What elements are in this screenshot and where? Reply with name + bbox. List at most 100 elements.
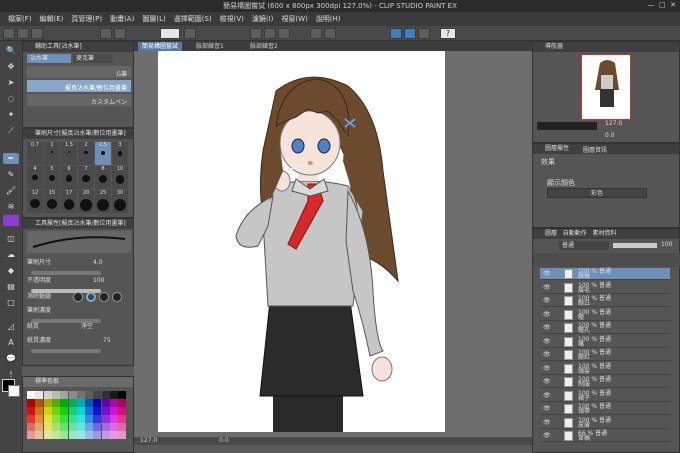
color-swatch[interactable] (93, 415, 102, 423)
visibility-eye-icon[interactable]: 👁 (543, 298, 551, 304)
zoom-slider[interactable] (537, 122, 597, 130)
color-swatch[interactable] (110, 431, 118, 439)
pen-tool-icon[interactable]: ✒ (3, 153, 19, 164)
save-icon[interactable] (31, 28, 43, 39)
color-swatch[interactable] (118, 399, 127, 407)
color-swatch[interactable] (118, 431, 127, 439)
color-swatch[interactable] (76, 399, 85, 407)
color-swatch[interactable] (27, 415, 35, 423)
tab-marker[interactable]: 麥克筆 (73, 54, 113, 63)
visibility-eye-icon[interactable]: 👁 (543, 419, 551, 426)
menu-item[interactable]: 檢視(V) (216, 14, 248, 24)
brush-size-option[interactable]: 7 (78, 166, 94, 189)
tab-doc-1[interactable]: 簡易構圖嘗試 (138, 42, 183, 51)
brush-size-option[interactable]: 12 (27, 190, 43, 213)
color-swatch[interactable] (118, 407, 127, 415)
color-swatch[interactable] (68, 431, 77, 439)
color-swatch[interactable] (60, 431, 69, 439)
color-swatch[interactable] (51, 431, 60, 439)
color-swatch[interactable] (35, 407, 44, 415)
layer-row[interactable]: 👁 100 % 普通 線稿 (540, 268, 670, 280)
color-swatch[interactable] (93, 431, 102, 439)
brush-size-option[interactable]: 3 (112, 142, 128, 165)
color-swatch[interactable] (118, 415, 127, 423)
deselect-icon[interactable] (264, 28, 276, 39)
airbrush-icon[interactable]: ≋ (3, 201, 19, 212)
text-tool-icon[interactable]: A (3, 337, 19, 348)
color-swatch[interactable] (43, 391, 52, 399)
blend-tool-icon[interactable]: ☁ (3, 249, 19, 260)
color-swatch[interactable] (27, 407, 35, 415)
brush-size-option[interactable]: 4 (27, 166, 43, 189)
crop-icon[interactable] (324, 28, 336, 39)
brush-size-option[interactable]: 17 (61, 190, 77, 213)
color-swatch[interactable] (60, 391, 69, 399)
zoom-readout[interactable]: 127.0 (134, 437, 157, 444)
color-swatch[interactable] (35, 423, 44, 431)
color-swatch[interactable] (68, 391, 77, 399)
color-swatch[interactable] (85, 407, 94, 415)
menu-item[interactable]: 選擇範圍(S) (170, 14, 216, 24)
menu-item[interactable]: 濾鏡(I) (248, 14, 278, 24)
zoom-tool-icon[interactable]: 🔍 (3, 45, 19, 56)
snap-ruler-icon[interactable] (390, 28, 402, 39)
visibility-eye-icon[interactable]: 👁 (543, 325, 551, 331)
color-swatch[interactable] (101, 415, 110, 423)
color-swatch[interactable] (27, 399, 35, 407)
new-file-icon[interactable] (3, 28, 15, 39)
color-swatch[interactable] (101, 407, 110, 415)
transform-icon[interactable] (250, 28, 262, 39)
visibility-eye-icon[interactable]: 👁 (543, 392, 551, 399)
color-swatch[interactable] (51, 415, 60, 423)
snap-grid-icon[interactable] (404, 28, 416, 39)
clear-icon[interactable] (184, 28, 196, 39)
layer-row[interactable]: 👁 100 % 普通 裙子 (540, 390, 670, 402)
fill-tool-icon[interactable]: ◆ (3, 265, 19, 276)
color-swatch[interactable] (85, 391, 94, 399)
texture-row[interactable]: 紙質 淨空 (23, 321, 133, 333)
color-swatch[interactable] (68, 407, 77, 415)
color-swatch[interactable] (51, 407, 60, 415)
operation-tool-icon[interactable]: ➤ (3, 77, 19, 88)
eyedropper-icon[interactable]: ⟋ (3, 125, 19, 136)
color-swatch[interactable] (51, 399, 60, 407)
visibility-eye-icon[interactable]: 👁 (543, 406, 551, 412)
move-tool-icon[interactable]: ✥ (3, 61, 19, 72)
layer-row[interactable]: 👁 100 % 普通 頭髮 (540, 363, 670, 375)
color-swatch[interactable] (27, 391, 35, 399)
color-swatch[interactable] (43, 423, 52, 431)
tab-doc-3[interactable]: 臉部練習2 (246, 42, 282, 51)
undo-icon[interactable] (100, 28, 112, 39)
fill-icon[interactable] (310, 28, 322, 39)
color-swatch[interactable] (27, 431, 35, 439)
subtool-item-selected[interactable]: 擬真沾水筆/數位用畫筆 (27, 80, 131, 92)
brush-size-option[interactable]: 8 (95, 166, 111, 189)
blend-mode-select[interactable]: 普通 (559, 241, 609, 250)
color-swatch[interactable] (85, 399, 94, 407)
color-swatch[interactable] (76, 391, 85, 399)
menu-item[interactable]: 圖層(L) (138, 14, 169, 24)
color-swatch[interactable] (35, 399, 44, 407)
brush-size-option[interactable]: 1.5 (61, 142, 77, 165)
decoration-tool-icon[interactable] (3, 215, 19, 226)
color-swatch[interactable] (43, 399, 52, 407)
clip-studio-icon[interactable] (160, 28, 180, 39)
layer-row[interactable]: 👁 100 % 普通 腮紅 (540, 349, 670, 361)
visibility-eye-icon[interactable]: 👁 (543, 365, 551, 372)
color-swatch[interactable] (110, 415, 118, 423)
figure-tool-icon[interactable]: □ (3, 297, 19, 308)
color-swatch[interactable] (76, 415, 85, 423)
brush-size-option[interactable]: 15 (44, 190, 60, 213)
color-swatch[interactable] (76, 407, 85, 415)
color-swatch[interactable] (51, 423, 60, 431)
color-swatch[interactable] (93, 407, 102, 415)
subtool-item[interactable]: G筆 (27, 66, 131, 78)
brush-size-option[interactable]: 0.7 (27, 142, 43, 165)
brush-size-option[interactable]: 30 (112, 190, 128, 213)
color-swatch[interactable] (110, 423, 118, 431)
brush-size-option[interactable]: 5 (44, 166, 60, 189)
color-swatch[interactable] (27, 423, 35, 431)
visibility-eye-icon[interactable]: 👁 (543, 433, 551, 439)
color-swatch[interactable] (68, 423, 77, 431)
color-swatch[interactable] (60, 407, 69, 415)
